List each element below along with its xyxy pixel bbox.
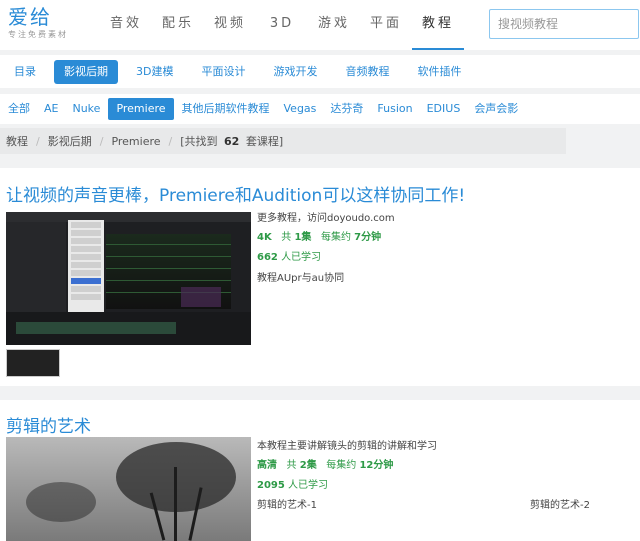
- editor-toolbar: [6, 212, 251, 222]
- filter-premiere[interactable]: Premiere: [108, 98, 174, 120]
- software-filter: 全部 AE Nuke Premiere 其他后期软件教程 Vegas 达芬奇 F…: [0, 94, 640, 124]
- course-info: 更多教程，访问doyoudo.com 4K 共 1集 每集约 7分钟 662 人…: [257, 210, 395, 288]
- filter-other[interactable]: 其他后期软件教程: [176, 98, 276, 120]
- breadcrumb-separator: /: [168, 134, 173, 148]
- main-nav-graphic[interactable]: 平面: [360, 0, 412, 50]
- quality-badge: 4K: [257, 232, 272, 243]
- subnav-audio[interactable]: 音频教程: [335, 60, 399, 84]
- breadcrumb-post-production[interactable]: 影视后期: [48, 133, 92, 149]
- subnav-graphic-design[interactable]: 平面设计: [191, 60, 255, 84]
- result-number: 62: [224, 135, 240, 148]
- breadcrumb-premiere[interactable]: Premiere: [111, 135, 160, 148]
- course-meta: 4K 共 1集 每集约 7分钟: [257, 228, 395, 248]
- episodes-prefix: 共: [281, 232, 292, 243]
- episode-link[interactable]: 剪辑的艺术-2: [530, 496, 590, 511]
- course-thumbnail[interactable]: [6, 212, 251, 345]
- subnav-plugins[interactable]: 软件插件: [407, 60, 471, 84]
- course-card: 剪辑的艺术 本教程主要讲解镜头的剪辑的讲解和学习 高清 共 2集 每集约 12分…: [0, 400, 640, 541]
- filter-ae[interactable]: AE: [38, 98, 64, 120]
- course-tag: 教程AUpr与au协同: [257, 273, 345, 284]
- main-nav-tutorial[interactable]: 教程: [412, 0, 464, 50]
- result-count: [共找到 62 套课程]: [180, 133, 283, 149]
- subnav-catalog[interactable]: 目录: [4, 60, 46, 84]
- filter-fusion[interactable]: Fusion: [371, 98, 418, 120]
- timeline-clip: [16, 322, 176, 334]
- episodes-prefix: 共: [286, 460, 297, 471]
- main-nav-video[interactable]: 视频: [204, 0, 256, 50]
- course-info: 本教程主要讲解镜头的剪辑的讲解和学习 高清 共 2集 每集约 12分钟 2095…: [257, 438, 437, 496]
- subnav-3d-modeling[interactable]: 3D建模: [126, 60, 183, 84]
- course-meta: 高清 共 2集 每集约 12分钟: [257, 456, 437, 476]
- course-title[interactable]: 让视频的声音更棒，Premiere和Audition可以这样协同工作!: [6, 181, 465, 206]
- duration-prefix: 每集约: [320, 232, 351, 243]
- course-thumbnail[interactable]: [6, 437, 251, 541]
- learner-count: 662 人已学习: [257, 248, 395, 268]
- main-nav: 音效 配乐 视频 3D 游戏 平面 教程: [100, 0, 464, 50]
- tree-canopy: [26, 482, 96, 522]
- learner-suffix: 人已学习: [281, 252, 322, 263]
- course-title[interactable]: 剪辑的艺术: [6, 412, 91, 437]
- course-description: 本教程主要讲解镜头的剪辑的讲解和学习: [257, 441, 437, 452]
- main-nav-sound[interactable]: 音效: [100, 0, 152, 50]
- breadcrumb-tutorial[interactable]: 教程: [6, 133, 28, 149]
- filter-all[interactable]: 全部: [2, 98, 36, 120]
- breadcrumb-separator: /: [36, 134, 40, 148]
- spectral-highlight: [181, 287, 221, 307]
- filter-davinci[interactable]: 达芬奇: [324, 98, 369, 120]
- result-prefix: [共找到: [180, 135, 218, 148]
- subnav-game-dev[interactable]: 游戏开发: [263, 60, 327, 84]
- filter-nuke[interactable]: Nuke: [66, 98, 106, 120]
- context-menu: [68, 220, 104, 312]
- course-description: 更多教程，访问doyoudo.com: [257, 213, 395, 224]
- breadcrumb: 教程 / 影视后期 / Premiere / [共找到 62 套课程]: [0, 128, 566, 154]
- episode-mini-thumbnail[interactable]: [6, 349, 60, 377]
- learner-count: 2095 人已学习: [257, 476, 437, 496]
- episode-duration: 12分钟: [359, 460, 394, 471]
- search-input[interactable]: 搜视频教程: [489, 9, 639, 39]
- result-suffix: 套课程]: [245, 135, 284, 148]
- episode-duration: 7分钟: [354, 232, 382, 243]
- filter-edius[interactable]: EDIUS: [421, 98, 467, 120]
- category-subnav: 目录 影视后期 3D建模 平面设计 游戏开发 音频教程 软件插件: [0, 55, 640, 88]
- top-header: 爱给 专注免费素材 音效 配乐 视频 3D 游戏 平面 教程 搜视频教程: [0, 0, 640, 50]
- quality-badge: 高清: [257, 460, 277, 471]
- subnav-post-production[interactable]: 影视后期: [54, 59, 118, 84]
- learner-number: 2095: [257, 480, 285, 491]
- logo-name: 爱给: [8, 5, 52, 29]
- main-nav-music[interactable]: 配乐: [152, 0, 204, 50]
- logo-tagline: 专注免费素材: [8, 30, 68, 39]
- learner-number: 662: [257, 252, 278, 263]
- breadcrumb-separator: /: [99, 134, 104, 148]
- learner-suffix: 人已学习: [288, 480, 329, 491]
- episode-link[interactable]: 剪辑的艺术-1: [257, 496, 317, 511]
- duration-prefix: 每集约: [326, 460, 357, 471]
- episode-count: 2集: [299, 460, 317, 471]
- main-nav-3d[interactable]: 3D: [256, 0, 308, 50]
- episode-count: 1集: [294, 232, 312, 243]
- site-logo[interactable]: 爱给 专注免费素材: [8, 4, 68, 40]
- filter-videostudio[interactable]: 会声会影: [468, 98, 524, 120]
- tree-trunk: [174, 467, 177, 541]
- filter-vegas[interactable]: Vegas: [278, 98, 323, 120]
- main-nav-game[interactable]: 游戏: [308, 0, 360, 50]
- course-card: 让视频的声音更棒，Premiere和Audition可以这样协同工作! 更多教程…: [0, 168, 640, 386]
